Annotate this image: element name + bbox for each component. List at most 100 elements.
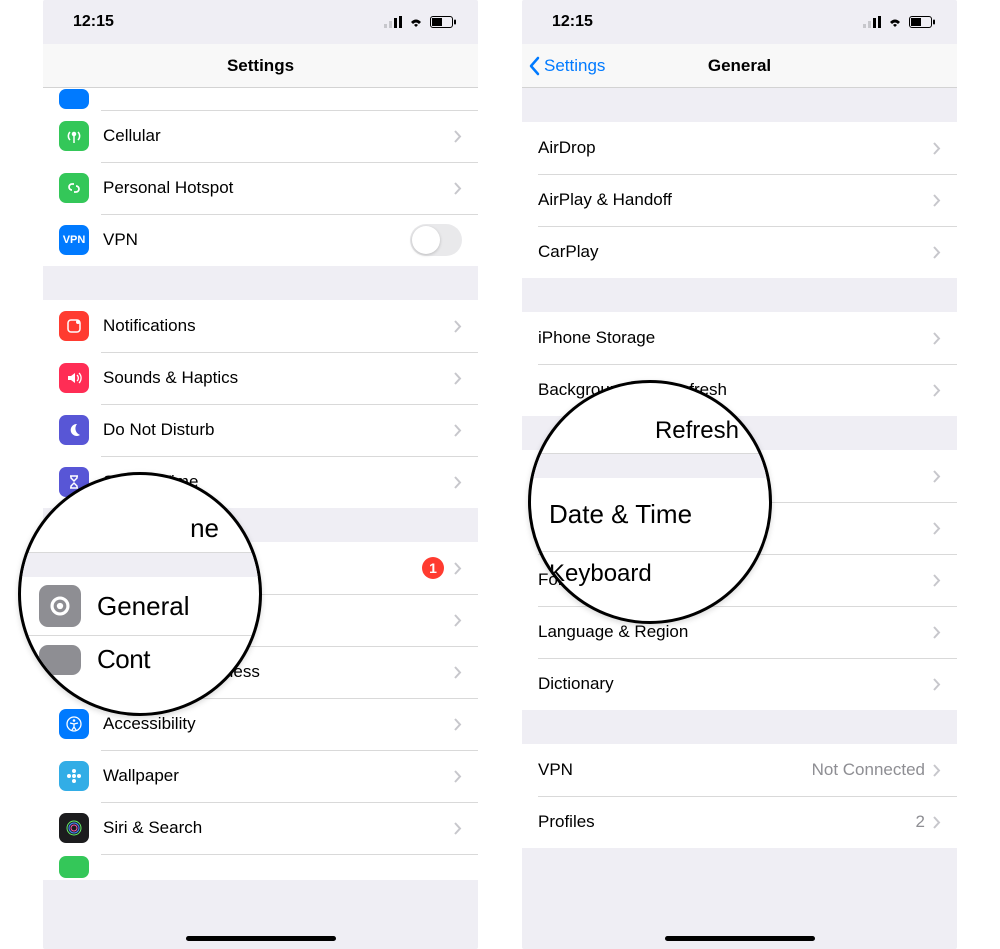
link-icon xyxy=(59,173,89,203)
general-row-language[interactable]: Language & Region xyxy=(522,606,957,658)
back-button[interactable]: Settings xyxy=(522,56,605,76)
row-detail: 2 xyxy=(916,812,925,832)
general-row-vpn[interactable]: VPN Not Connected xyxy=(522,744,957,796)
chevron-right-icon xyxy=(933,470,941,483)
row-label: Profiles xyxy=(538,812,916,832)
chevron-right-icon xyxy=(454,718,462,731)
settings-row-cellular[interactable]: Cellular xyxy=(43,110,478,162)
chevron-right-icon xyxy=(933,246,941,259)
bell-icon xyxy=(59,311,89,341)
chevron-right-icon xyxy=(933,678,941,691)
settings-row-siri[interactable]: Siri & Search xyxy=(43,802,478,854)
row-label: Dictionary xyxy=(538,674,933,694)
row-label: Cellular xyxy=(103,126,454,146)
settings-row-partial[interactable] xyxy=(43,88,478,110)
vpn-toggle[interactable] xyxy=(410,224,462,256)
phone-settings: 12:15 Settings Cellular Personal Hotspot… xyxy=(43,0,478,949)
row-label: Accessibility xyxy=(103,714,454,734)
chevron-right-icon xyxy=(454,130,462,143)
settings-row-personal-hotspot[interactable]: Personal Hotspot xyxy=(43,162,478,214)
battery-icon xyxy=(430,16,456,28)
status-indicators xyxy=(863,16,935,28)
vpn-icon: VPN xyxy=(59,225,89,255)
chevron-right-icon xyxy=(454,822,462,835)
general-row-airplay[interactable]: AirPlay & Handoff xyxy=(522,174,957,226)
chevron-right-icon xyxy=(933,816,941,829)
chevron-right-icon xyxy=(454,614,462,627)
wifi-icon xyxy=(408,16,424,28)
mag-primary-label: Date & Time xyxy=(549,499,692,530)
gear-icon xyxy=(39,585,81,627)
general-row-carplay[interactable]: CarPlay xyxy=(522,226,957,278)
wifi-icon xyxy=(887,16,903,28)
chevron-right-icon xyxy=(933,142,941,155)
row-detail: Not Connected xyxy=(812,760,925,780)
row-label: Language & Region xyxy=(538,622,933,642)
magnifier-date-time: Refresh Date & Time Keyboard xyxy=(528,380,772,624)
chevron-right-icon xyxy=(933,332,941,345)
home-indicator[interactable] xyxy=(665,936,815,941)
row-label: AirPlay & Handoff xyxy=(538,190,933,210)
row-label: Do Not Disturb xyxy=(103,420,454,440)
row-label: Wallpaper xyxy=(103,766,454,786)
settings-row-notifications[interactable]: Notifications xyxy=(43,300,478,352)
general-row-storage[interactable]: iPhone Storage xyxy=(522,312,957,364)
battery-icon xyxy=(909,16,935,28)
cellular-icon xyxy=(384,16,402,28)
cellular-icon xyxy=(863,16,881,28)
chevron-right-icon xyxy=(933,764,941,777)
row-label: VPN xyxy=(103,230,410,250)
row-label: Sounds & Haptics xyxy=(103,368,454,388)
row-label: Siri & Search xyxy=(103,818,454,838)
chevron-right-icon xyxy=(933,194,941,207)
mag-primary-label: General xyxy=(97,591,190,622)
chevron-right-icon xyxy=(454,770,462,783)
chevron-right-icon xyxy=(454,666,462,679)
chevron-right-icon xyxy=(933,384,941,397)
group-separator xyxy=(522,278,957,312)
chevron-right-icon xyxy=(454,476,462,489)
notification-badge: 1 xyxy=(422,557,444,579)
status-time: 12:15 xyxy=(73,13,114,31)
chevron-right-icon xyxy=(454,320,462,333)
general-row-airdrop[interactable]: AirDrop xyxy=(522,122,957,174)
general-row-profiles[interactable]: Profiles 2 xyxy=(522,796,957,848)
antenna-icon xyxy=(59,121,89,151)
status-bar: 12:15 xyxy=(43,0,478,44)
moon-icon xyxy=(59,415,89,445)
chevron-right-icon xyxy=(454,182,462,195)
group-separator xyxy=(522,710,957,744)
chevron-left-icon xyxy=(528,56,540,76)
chevron-right-icon xyxy=(454,562,462,575)
mag-below-fragment: Keyboard xyxy=(549,560,652,588)
row-label: Notifications xyxy=(103,316,454,336)
row-label: AirDrop xyxy=(538,138,933,158)
home-indicator[interactable] xyxy=(186,936,336,941)
settings-row-partial-bottom[interactable] xyxy=(43,854,478,880)
status-time: 12:15 xyxy=(552,13,593,31)
chevron-right-icon xyxy=(454,372,462,385)
settings-row-sounds[interactable]: Sounds & Haptics xyxy=(43,352,478,404)
chevron-right-icon xyxy=(933,626,941,639)
mag-secondary-fragment: Cont xyxy=(97,644,150,675)
flower-icon xyxy=(59,761,89,791)
row-label: Personal Hotspot xyxy=(103,178,454,198)
chevron-right-icon xyxy=(933,574,941,587)
row-icon xyxy=(59,856,89,878)
switches-icon xyxy=(39,645,81,675)
chevron-right-icon xyxy=(933,522,941,535)
settings-row-dnd[interactable]: Do Not Disturb xyxy=(43,404,478,456)
status-bar: 12:15 xyxy=(522,0,957,44)
general-row-dictionary[interactable]: Dictionary xyxy=(522,658,957,710)
navbar: Settings General xyxy=(522,44,957,88)
settings-row-vpn[interactable]: VPN VPN xyxy=(43,214,478,266)
group-separator xyxy=(522,88,957,122)
page-title: Settings xyxy=(43,56,478,76)
chevron-right-icon xyxy=(454,424,462,437)
mag-above-fragment: ne xyxy=(190,513,219,544)
mag-above-fragment: Refresh xyxy=(655,417,739,445)
group-separator xyxy=(43,266,478,300)
settings-row-wallpaper[interactable]: Wallpaper xyxy=(43,750,478,802)
row-label: VPN xyxy=(538,760,812,780)
navbar: Settings xyxy=(43,44,478,88)
